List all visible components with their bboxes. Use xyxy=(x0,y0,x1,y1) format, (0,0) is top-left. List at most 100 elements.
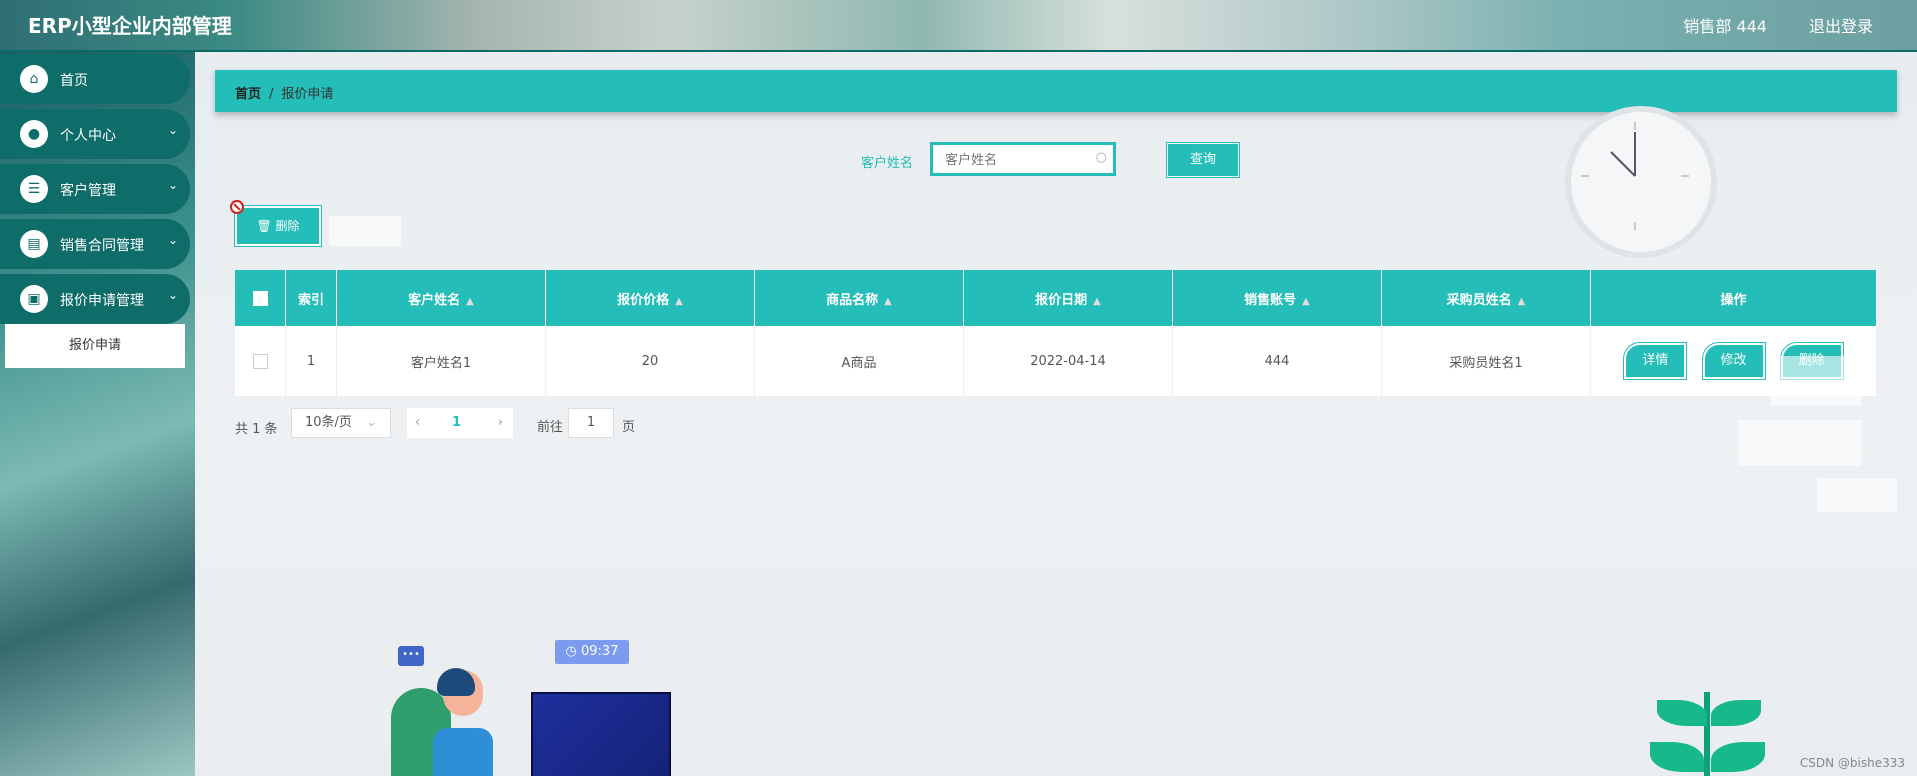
sort-icon[interactable]: ▲ xyxy=(884,296,892,307)
ghost-block xyxy=(1771,356,1861,406)
clipboard-check-icon: ▣ xyxy=(20,285,48,313)
sort-icon[interactable]: ▲ xyxy=(466,296,474,307)
plant-illustration xyxy=(1704,692,1710,776)
next-page-icon[interactable]: › xyxy=(498,408,503,438)
sidebar-item-home[interactable]: ⌂ 首页 xyxy=(0,54,190,104)
sidebar-item-label: 销售合同管理 xyxy=(60,238,144,254)
sidebar-item-label: 个人中心 xyxy=(60,128,116,144)
top-header: ERP小型企业内部管理 销售部 444 退出登录 xyxy=(0,0,1917,52)
quote-table: 索引 客户姓名 ▲ 报价价格 ▲ 商品名称 ▲ 报价日期 ▲ 销售账号 ▲ 采购员姓名 ▲ … xyxy=(235,270,1877,397)
col-date[interactable]: 报价日期 ▲ xyxy=(963,270,1173,326)
cell-product: A商品 xyxy=(754,326,964,397)
chevron-down-icon: ⌄ xyxy=(167,233,178,247)
ghost-block xyxy=(1817,478,1897,512)
col-price-label: 报价价格 xyxy=(617,292,670,308)
leaf-shape xyxy=(1711,700,1761,726)
cell-date: 2022-04-14 xyxy=(963,326,1173,397)
sort-icon[interactable]: ▲ xyxy=(675,296,683,307)
app-title: ERP小型企业内部管理 xyxy=(28,14,232,38)
main-content: 首页 / 报价申请 客户姓名 ○ 查询 🗑 删除 索引 客户姓名 ▲ 报价价格 ▲ xyxy=(195,52,1917,776)
table-header-row: 索引 客户姓名 ▲ 报价价格 ▲ 商品名称 ▲ 报价日期 ▲ 销售账号 ▲ 采购员姓名 ▲ … xyxy=(235,270,1877,326)
col-account-label: 销售账号 xyxy=(1244,292,1297,308)
col-date-label: 报价日期 xyxy=(1035,292,1088,308)
current-page[interactable]: 1 xyxy=(452,408,461,438)
clipboard-icon: ▤ xyxy=(20,230,48,258)
col-buyer[interactable]: 采购员姓名 ▲ xyxy=(1381,270,1591,326)
watermark: CSDN @bishe333 xyxy=(1799,756,1905,770)
sidebar-item-label: 报价申请管理 xyxy=(60,293,144,309)
chevron-down-icon: ⌄ xyxy=(366,415,377,430)
search-label: 客户姓名 xyxy=(861,156,914,171)
row-select-cell xyxy=(235,326,286,397)
pagination-total: 共 1 条 xyxy=(235,422,278,437)
edit-button[interactable]: 修改 xyxy=(1701,342,1766,380)
leaf-shape xyxy=(1711,742,1765,772)
col-account[interactable]: 销售账号 ▲ xyxy=(1172,270,1382,326)
person-body-illustration xyxy=(433,728,493,776)
col-actions: 操作 xyxy=(1590,270,1877,326)
leaf-shape xyxy=(1657,700,1707,726)
col-price[interactable]: 报价价格 ▲ xyxy=(545,270,755,326)
cell-price: 20 xyxy=(545,326,755,397)
leaf-shape xyxy=(1650,742,1704,772)
cell-customer: 客户姓名1 xyxy=(336,326,546,397)
search-icon: ○ xyxy=(1095,150,1107,165)
search-input[interactable] xyxy=(943,146,1087,174)
monitor-illustration xyxy=(531,692,671,776)
sidebar: ⌂ 首页 ● 个人中心 ⌄ ☰ 客户管理 ⌄ ▤ 销售合同管理 ⌄ ▣ 报价申请… xyxy=(0,52,195,776)
breadcrumb-current: 报价申请 xyxy=(281,87,334,102)
col-product-label: 商品名称 xyxy=(826,292,879,308)
pager: ‹ 1 › xyxy=(407,408,513,438)
chevron-down-icon: ⌄ xyxy=(167,123,178,137)
breadcrumb-separator: / xyxy=(269,87,274,102)
sidebar-item-quotes[interactable]: ▣ 报价申请管理 ⌄ xyxy=(0,274,190,324)
col-product[interactable]: 商品名称 ▲ xyxy=(754,270,964,326)
goto-label: 前往 xyxy=(537,420,564,435)
home-icon: ⌂ xyxy=(20,65,48,93)
goto-page-input[interactable]: 1 xyxy=(568,408,614,438)
breadcrumb-home[interactable]: 首页 xyxy=(235,87,261,102)
time-badge: ◷ 09:37 xyxy=(555,640,629,664)
select-all-cell xyxy=(235,270,286,326)
page-suffix: 页 xyxy=(622,420,636,435)
select-all-checkbox[interactable] xyxy=(252,290,268,306)
col-customer[interactable]: 客户姓名 ▲ xyxy=(336,270,546,326)
page-size-select[interactable]: 10条/页 ⌄ xyxy=(291,408,391,438)
row-checkbox[interactable] xyxy=(252,353,268,369)
clock-illustration xyxy=(1565,106,1717,258)
sidebar-item-label: 首页 xyxy=(60,73,88,89)
cell-index: 1 xyxy=(285,326,337,397)
sliders-icon: ☰ xyxy=(20,175,48,203)
col-buyer-label: 采购员姓名 xyxy=(1446,292,1512,308)
sidebar-item-contracts[interactable]: ▤ 销售合同管理 ⌄ xyxy=(0,219,190,269)
user-icon: ● xyxy=(20,120,48,148)
current-user: 销售部 444 xyxy=(1683,17,1767,36)
logout-link[interactable]: 退出登录 xyxy=(1809,13,1873,37)
col-index: 索引 xyxy=(285,270,337,326)
batch-delete-button[interactable]: 🗑 删除 xyxy=(234,205,322,247)
not-allowed-icon xyxy=(230,200,244,214)
sidebar-item-label: 客户管理 xyxy=(60,183,116,199)
chat-bubble-icon: ••• xyxy=(398,646,424,666)
clock-icon: ◷ xyxy=(565,644,577,659)
chevron-down-icon: ⌄ xyxy=(167,178,178,192)
detail-button[interactable]: 详情 xyxy=(1623,342,1688,380)
query-button[interactable]: 查询 xyxy=(1166,142,1240,178)
chevron-down-icon: ⌄ xyxy=(167,288,178,302)
time-value: 09:37 xyxy=(581,644,619,659)
cell-account: 444 xyxy=(1172,326,1382,397)
search-box: ○ xyxy=(930,142,1116,176)
submenu-quote-request[interactable]: 报价申请 xyxy=(5,324,185,368)
cell-buyer: 采购员姓名1 xyxy=(1381,326,1591,397)
sort-icon[interactable]: ▲ xyxy=(1518,296,1526,307)
sidebar-item-customers[interactable]: ☰ 客户管理 ⌄ xyxy=(0,164,190,214)
trash-icon: 🗑 xyxy=(256,219,272,233)
batch-delete-label: 删除 xyxy=(275,219,300,233)
sort-icon[interactable]: ▲ xyxy=(1093,296,1101,307)
sidebar-item-profile[interactable]: ● 个人中心 ⌄ xyxy=(0,109,190,159)
prev-page-icon[interactable]: ‹ xyxy=(415,408,420,438)
table-row: 1 客户姓名1 20 A商品 2022-04-14 444 采购员姓名1 详情 … xyxy=(235,326,1877,397)
sort-icon[interactable]: ▲ xyxy=(1302,296,1310,307)
ghost-block xyxy=(1738,420,1862,466)
col-customer-label: 客户姓名 xyxy=(408,292,461,308)
